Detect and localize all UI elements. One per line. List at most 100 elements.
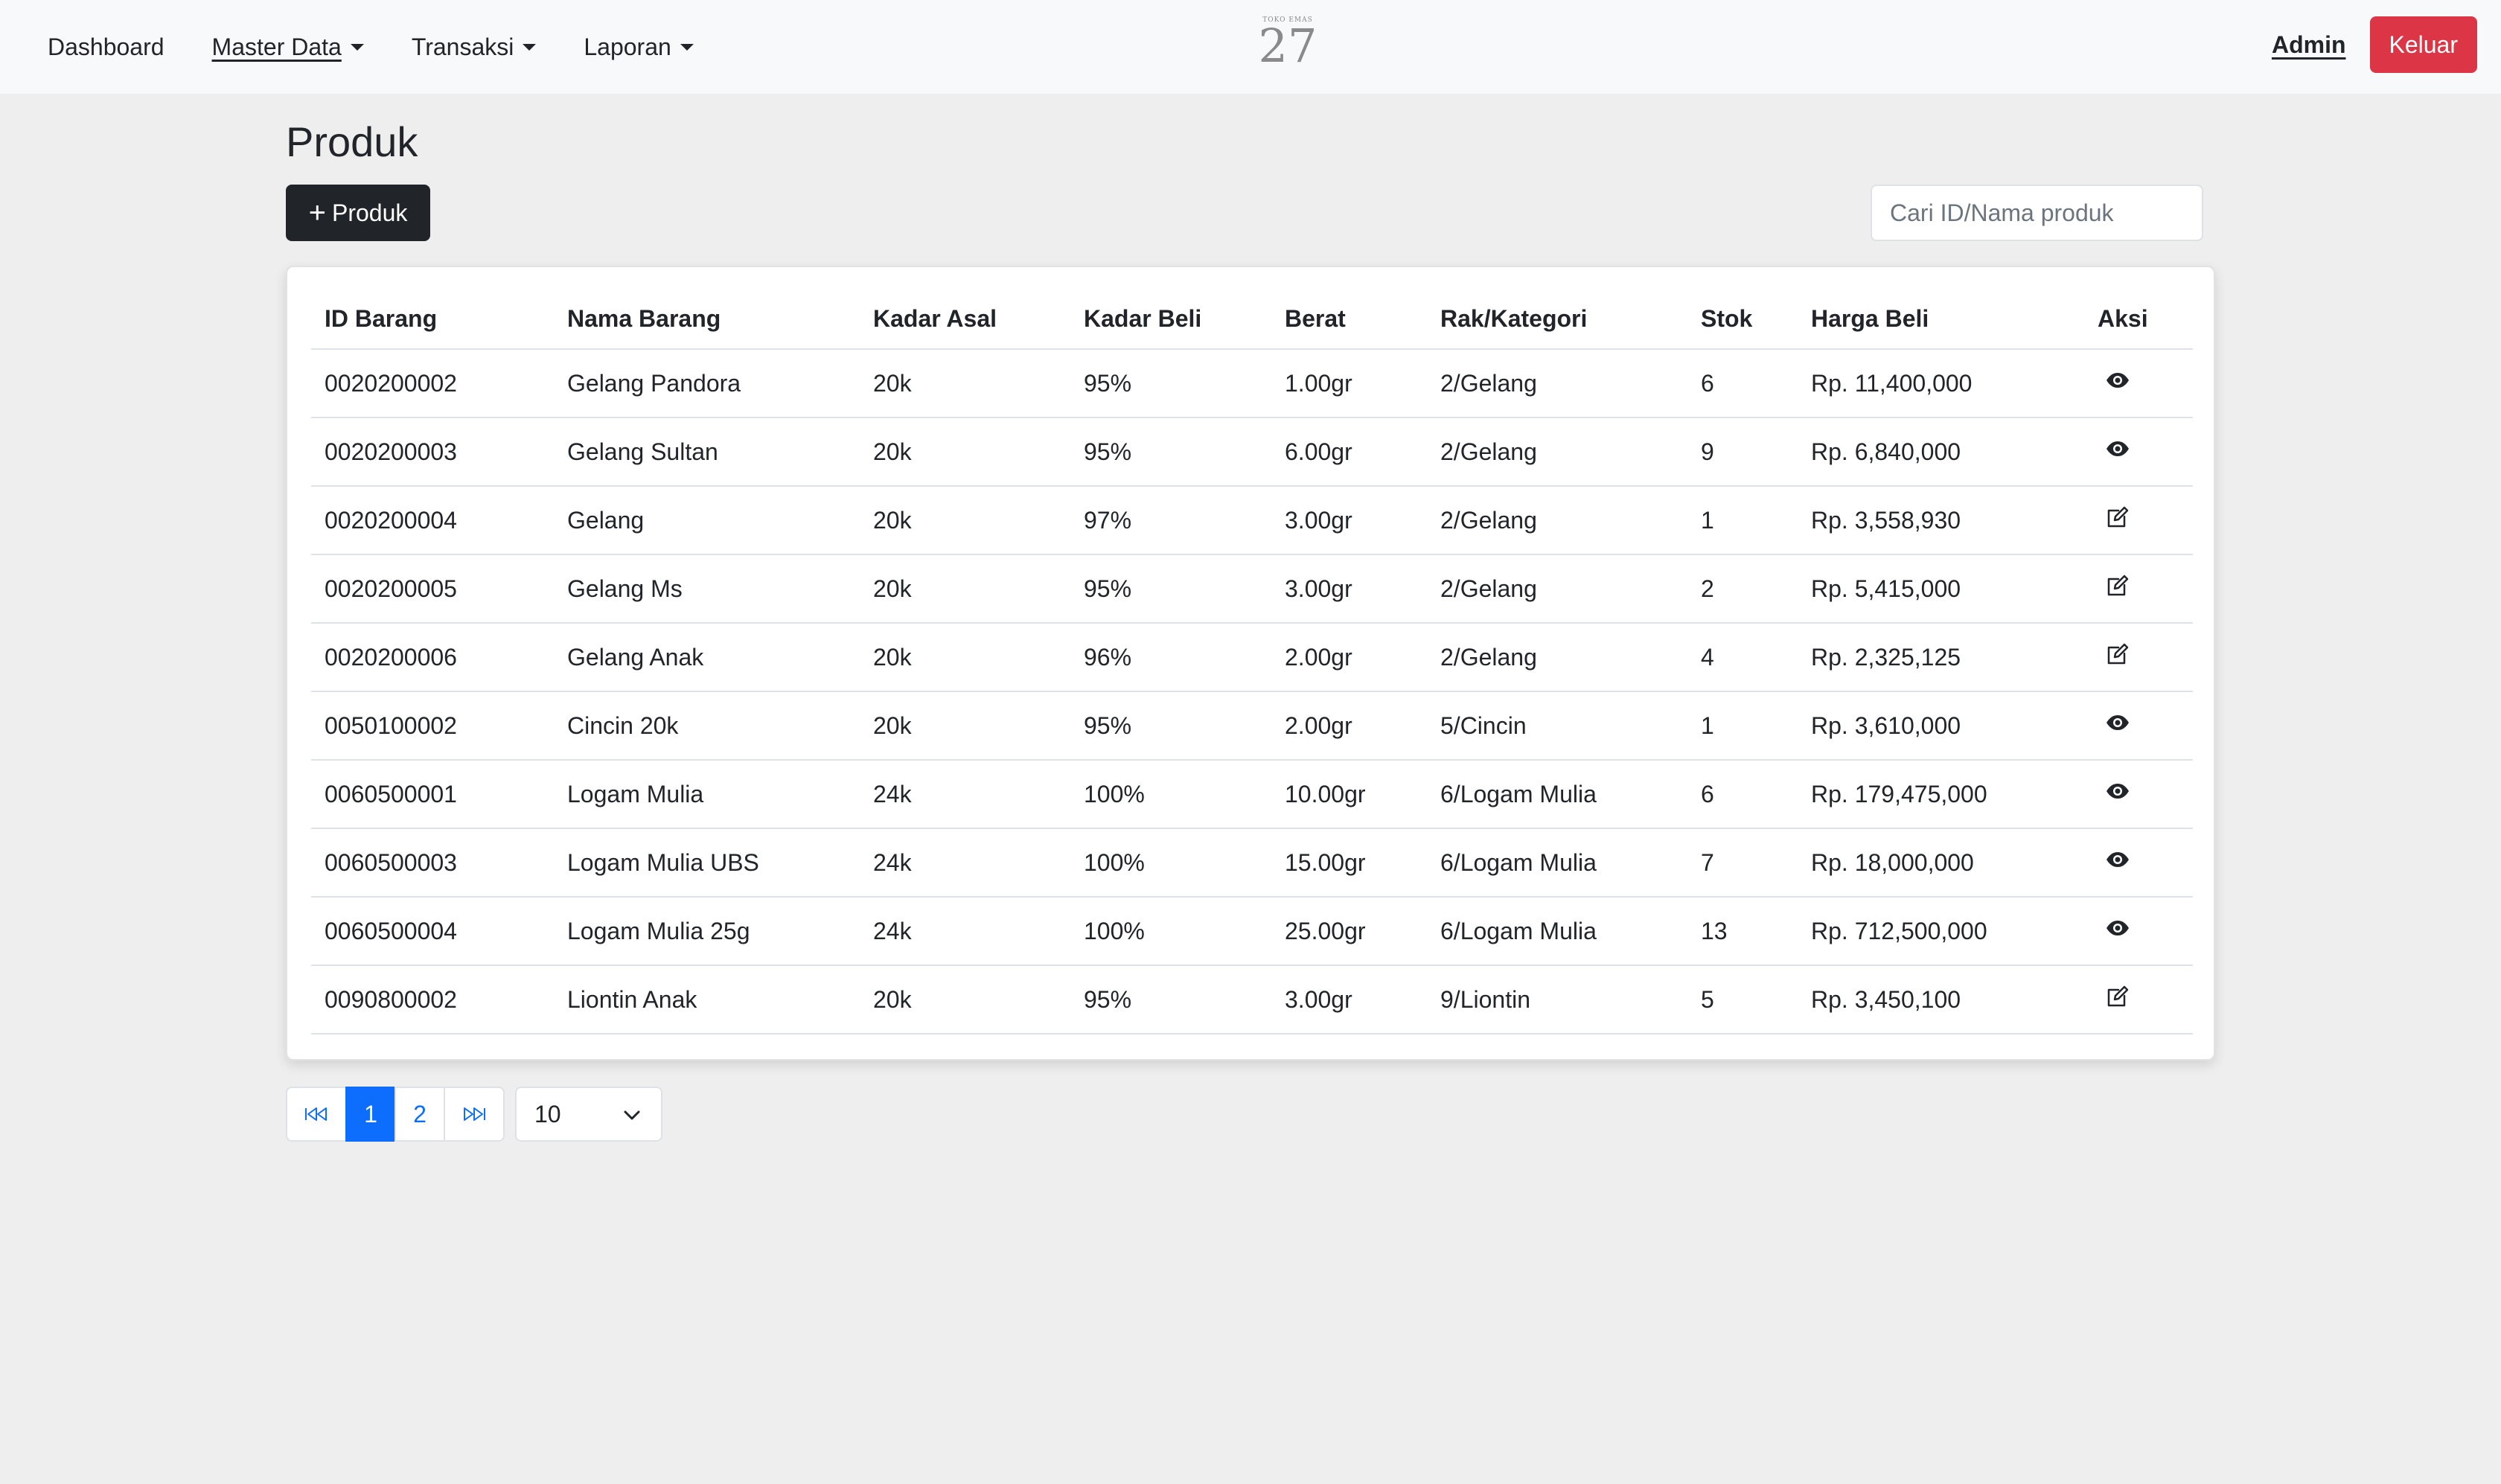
nav-laporan[interactable]: Laporan — [584, 33, 694, 61]
edit-icon[interactable] — [2105, 984, 2130, 1009]
nav-dashboard[interactable]: Dashboard — [48, 33, 165, 61]
cell-aksi — [2084, 691, 2193, 761]
last-page-button[interactable] — [444, 1087, 505, 1142]
table-row: 0060500004 Logam Mulia 25g 24k 100% 25.00gr 6… — [311, 897, 2193, 966]
cell-harga-beli: Rp. 3,610,000 — [1798, 691, 2084, 761]
cell-stok: 4 — [1687, 623, 1798, 692]
per-page-value: 10 — [534, 1100, 561, 1128]
first-page-icon — [305, 1107, 327, 1121]
add-product-button[interactable]: + Produk — [286, 185, 430, 241]
cell-stok: 5 — [1687, 965, 1798, 1034]
cell-berat: 10.00gr — [1271, 760, 1427, 829]
cell-stok: 13 — [1687, 897, 1798, 966]
cell-rak-kategori: 9/Liontin — [1427, 965, 1687, 1034]
cell-nama-barang: Gelang Pandora — [554, 349, 860, 418]
view-eye-icon[interactable] — [2105, 368, 2130, 393]
cell-harga-beli: Rp. 18,000,000 — [1798, 828, 2084, 898]
cell-berat: 25.00gr — [1271, 897, 1427, 966]
cell-berat: 3.00gr — [1271, 965, 1427, 1034]
cell-harga-beli: Rp. 11,400,000 — [1798, 349, 2084, 418]
nav-master-data[interactable]: Master Data — [212, 33, 364, 61]
first-page-button[interactable] — [286, 1087, 347, 1142]
cell-stok: 6 — [1687, 349, 1798, 418]
header-kadar-asal: Kadar Asal — [860, 290, 1070, 350]
cell-aksi — [2084, 828, 2193, 898]
header-kadar-beli: Kadar Beli — [1070, 290, 1271, 350]
cell-kadar-asal: 20k — [860, 965, 1070, 1034]
view-eye-icon[interactable] — [2105, 436, 2130, 461]
cell-kadar-beli: 95% — [1070, 349, 1271, 418]
page-title: Produk — [286, 118, 418, 165]
cell-kadar-beli: 100% — [1070, 897, 1271, 966]
edit-icon[interactable] — [2105, 642, 2130, 667]
view-eye-icon[interactable] — [2105, 847, 2130, 872]
pagination: 1 2 — [286, 1087, 505, 1142]
navbar: Dashboard Master Data Transaksi Laporan … — [0, 0, 2501, 94]
nav-transaksi[interactable]: Transaksi — [412, 33, 537, 61]
cell-nama-barang: Cincin 20k — [554, 691, 860, 761]
table-row: 0090800002 Liontin Anak 20k 95% 3.00gr 9/Lion… — [311, 965, 2193, 1034]
plus-icon: + — [308, 196, 326, 229]
cell-stok: 2 — [1687, 554, 1798, 624]
cell-aksi — [2084, 897, 2193, 966]
caret-down-icon — [680, 43, 694, 51]
cell-harga-beli: Rp. 2,325,125 — [1798, 623, 2084, 692]
cell-id-barang: 0060500001 — [311, 760, 554, 829]
view-eye-icon[interactable] — [2105, 915, 2130, 941]
product-table-card: ID Barang Nama Barang Kadar Asal Kadar B… — [286, 266, 2215, 1061]
cell-nama-barang: Logam Mulia — [554, 760, 860, 829]
edit-icon[interactable] — [2105, 505, 2130, 530]
search-input[interactable] — [1871, 185, 2203, 241]
cell-kadar-asal: 20k — [860, 691, 1070, 761]
table-row: 0020200004 Gelang 20k 97% 3.00gr 2/Gelang 1 Rp.… — [311, 486, 2193, 555]
table-row: 0020200003 Gelang Sultan 20k 95% 6.00gr 2/Gel… — [311, 418, 2193, 487]
cell-id-barang: 0020200006 — [311, 623, 554, 692]
table-row: 0020200006 Gelang Anak 20k 96% 2.00gr 2/Gelan… — [311, 623, 2193, 692]
brand-logo[interactable]: TOKO EMAS 27 — [1258, 16, 1317, 69]
per-page-select[interactable]: 10 — [515, 1087, 662, 1142]
cell-stok: 1 — [1687, 486, 1798, 555]
cell-rak-kategori: 2/Gelang — [1427, 554, 1687, 624]
cell-berat: 2.00gr — [1271, 623, 1427, 692]
cell-rak-kategori: 5/Cincin — [1427, 691, 1687, 761]
cell-harga-beli: Rp. 6,840,000 — [1798, 418, 2084, 487]
cell-nama-barang: Gelang — [554, 486, 860, 555]
cell-stok: 1 — [1687, 691, 1798, 761]
cell-id-barang: 0060500004 — [311, 897, 554, 966]
edit-icon[interactable] — [2105, 573, 2130, 598]
table-header-row: ID Barang Nama Barang Kadar Asal Kadar B… — [311, 290, 2193, 350]
table-row: 0020200002 Gelang Pandora 20k 95% 1.00gr 2/Ge… — [311, 349, 2193, 418]
caret-down-icon — [350, 43, 364, 51]
nav-user-area: Admin Keluar — [2272, 16, 2477, 73]
cell-stok: 9 — [1687, 418, 1798, 487]
view-eye-icon[interactable] — [2105, 778, 2130, 804]
header-stok: Stok — [1687, 290, 1798, 350]
caret-down-icon — [523, 43, 537, 51]
cell-harga-beli: Rp. 3,558,930 — [1798, 486, 2084, 555]
cell-berat: 3.00gr — [1271, 554, 1427, 624]
admin-user-link[interactable]: Admin — [2272, 31, 2346, 59]
nav-transaksi-label: Transaksi — [411, 33, 514, 60]
logout-button[interactable]: Keluar — [2369, 16, 2477, 73]
cell-rak-kategori: 6/Logam Mulia — [1427, 828, 1687, 898]
cell-id-barang: 0020200002 — [311, 349, 554, 418]
table-row: 0060500003 Logam Mulia UBS 24k 100% 15.00gr 6… — [311, 828, 2193, 898]
cell-nama-barang: Gelang Sultan — [554, 418, 860, 487]
header-id-barang: ID Barang — [311, 290, 554, 350]
cell-kadar-beli: 95% — [1070, 691, 1271, 761]
cell-nama-barang: Gelang Anak — [554, 623, 860, 692]
cell-aksi — [2084, 486, 2193, 555]
header-nama-barang: Nama Barang — [554, 290, 860, 350]
nav-master-data-label: Master Data — [211, 33, 342, 60]
cell-berat: 3.00gr — [1271, 486, 1427, 555]
cell-id-barang: 0090800002 — [311, 965, 554, 1034]
nav-menu: Dashboard Master Data Transaksi Laporan — [48, 33, 741, 61]
cell-nama-barang: Logam Mulia 25g — [554, 897, 860, 966]
page-1-button[interactable]: 1 — [345, 1087, 396, 1142]
cell-kadar-asal: 20k — [860, 418, 1070, 487]
cell-berat: 2.00gr — [1271, 691, 1427, 761]
cell-harga-beli: Rp. 712,500,000 — [1798, 897, 2084, 966]
view-eye-icon[interactable] — [2105, 710, 2130, 735]
nav-dashboard-label: Dashboard — [48, 33, 165, 60]
page-2-button[interactable]: 2 — [395, 1087, 445, 1142]
